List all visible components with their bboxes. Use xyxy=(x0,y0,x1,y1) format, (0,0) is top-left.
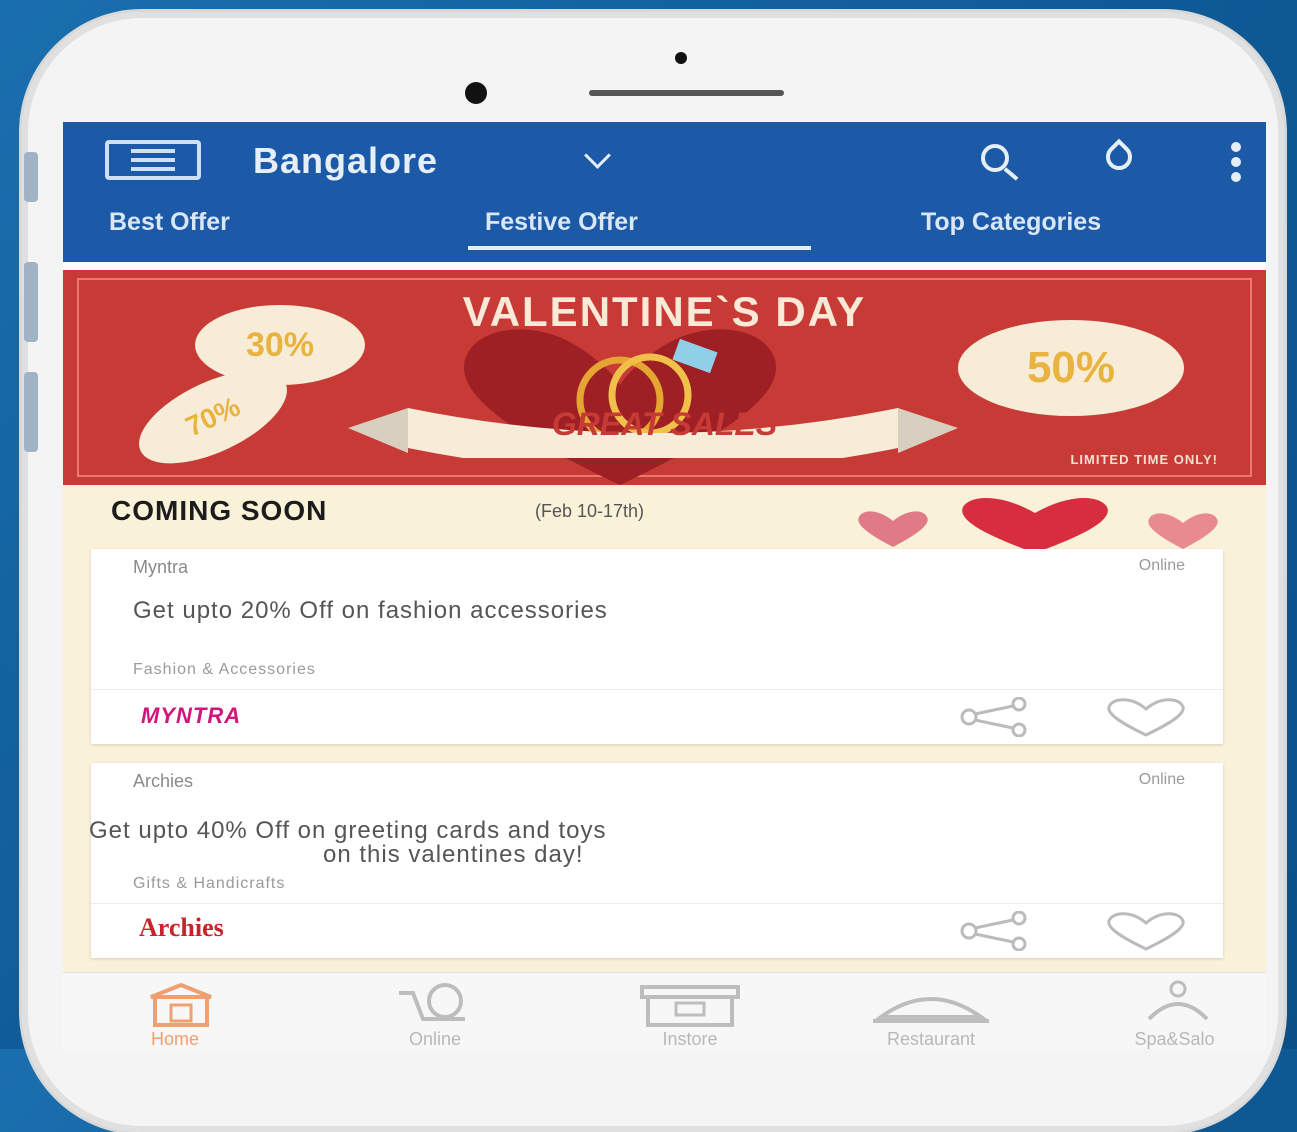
more-icon[interactable] xyxy=(1231,142,1241,182)
store-name: Archies xyxy=(133,771,194,791)
cart-icon xyxy=(399,983,465,1021)
favorite-heart-icon[interactable] xyxy=(1103,697,1189,737)
valentines-banner[interactable]: VALENTINE`S DAY 30% 70% 50% GREAT SALES … xyxy=(63,270,1266,485)
favorite-heart-icon[interactable] xyxy=(1103,911,1189,951)
card-divider xyxy=(91,903,1223,904)
city-selector[interactable]: Bangalore xyxy=(253,140,438,182)
store-icon xyxy=(640,985,740,1027)
front-camera xyxy=(675,52,687,64)
app-screen: Bangalore Best Offer Festive Offer Top C… xyxy=(63,122,1266,1049)
small-heart-icon-right xyxy=(1148,513,1218,549)
offer-description: Get upto 20% Off on fashion accessories xyxy=(133,597,608,624)
nav-spa-label: Spa&Salo xyxy=(1134,1029,1215,1049)
share-icon[interactable] xyxy=(957,911,1037,951)
drop-icon[interactable] xyxy=(1100,138,1138,176)
tab-top-categories[interactable]: Top Categories xyxy=(921,208,1101,237)
ribbon-text: GREAT SALES xyxy=(551,406,778,442)
app-bar: Bangalore Best Offer Festive Offer Top C… xyxy=(63,122,1266,262)
active-tab-indicator xyxy=(468,246,811,250)
offer-card-archies[interactable]: Archies Online Get upto 40% Off on greet… xyxy=(89,763,1223,958)
myntra-logo: MYNTRA xyxy=(141,703,242,728)
section-dates: (Feb 10-17th) xyxy=(535,501,645,521)
chevron-down-icon[interactable] xyxy=(584,142,611,169)
offer-category: Fashion & Accessories xyxy=(133,661,316,678)
bottom-navigation: Home Online Instore Restaurant Spa&Salo xyxy=(63,972,1266,1049)
offer-description-line2: on this valentines day! xyxy=(323,841,584,868)
offers-section: COMING SOON (Feb 10-17th) Myntra Online … xyxy=(63,485,1266,985)
spa-icon xyxy=(1147,980,1209,1021)
small-heart-icon xyxy=(858,511,928,547)
nav-restaurant-label: Restaurant xyxy=(886,1029,976,1049)
earpiece-speaker xyxy=(589,90,784,96)
volume-up-button xyxy=(24,262,38,342)
card-divider xyxy=(91,689,1223,690)
channel-label: Online xyxy=(1138,771,1185,788)
share-icon[interactable] xyxy=(957,697,1037,737)
tab-best-offer[interactable]: Best Offer xyxy=(109,208,230,237)
discount-badge-30: 30% xyxy=(195,305,365,385)
volume-down-button xyxy=(24,372,38,452)
nav-home-label: Home xyxy=(150,1029,199,1049)
section-title: COMING SOON xyxy=(111,495,328,526)
channel-label: Online xyxy=(1138,557,1185,574)
nav-online-label: Online xyxy=(408,1029,462,1049)
menu-icon[interactable] xyxy=(105,140,201,180)
offer-card-myntra[interactable]: Myntra Online Get upto 20% Off on fashio… xyxy=(91,549,1223,744)
offer-category: Gifts & Handicrafts xyxy=(133,875,286,892)
tab-festive-offer[interactable]: Festive Offer xyxy=(485,208,638,237)
dish-icon xyxy=(873,997,989,1023)
proximity-sensor xyxy=(465,82,487,104)
nav-instore-label: Instore xyxy=(662,1029,718,1049)
store-name: Myntra xyxy=(133,557,189,577)
search-icon[interactable] xyxy=(981,144,1009,172)
limited-time-label: LIMITED TIME ONLY! xyxy=(1070,452,1218,467)
home-icon xyxy=(150,983,212,1027)
discount-badge-50: 50% xyxy=(958,320,1184,416)
archies-logo: Archies xyxy=(139,913,224,942)
volume-button xyxy=(24,152,38,202)
large-heart-icon xyxy=(962,497,1108,553)
